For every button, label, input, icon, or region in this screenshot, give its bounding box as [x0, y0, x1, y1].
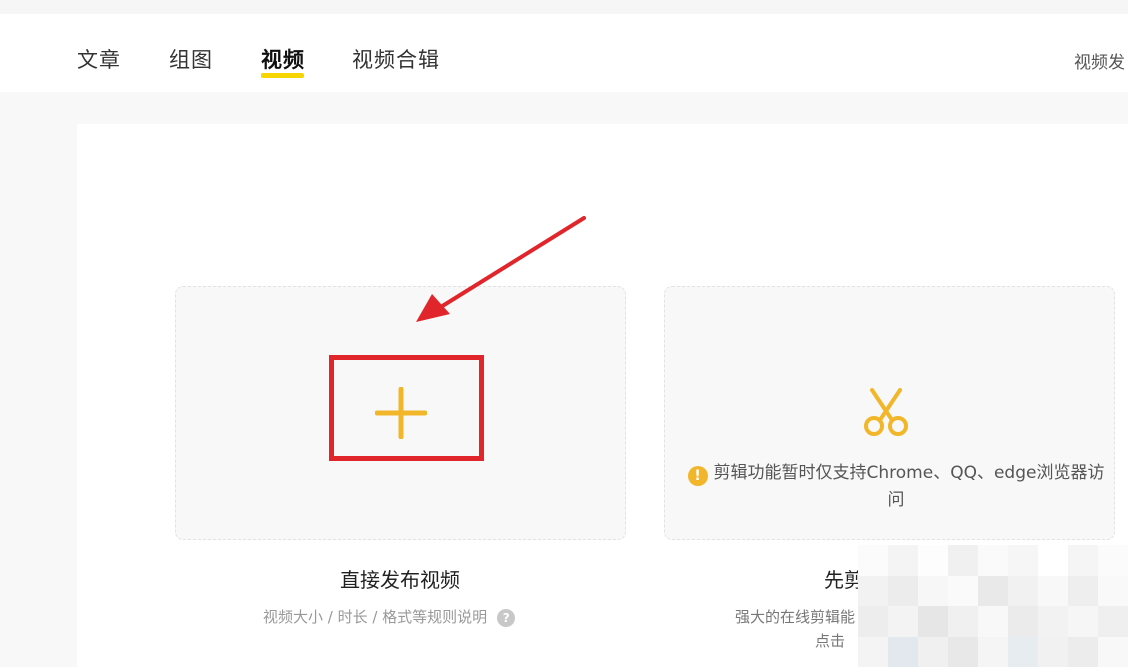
tab-video[interactable]: 视频 [261, 44, 305, 74]
edit-first-desc-line2[interactable]: 点击 [815, 630, 845, 651]
blurred-mosaic [858, 545, 1128, 667]
top-nav-bar: 文章 组图 视频 视频合辑 视频发 [0, 0, 1128, 92]
browser-support-warning: ! 剪辑功能暂时仅支持Chrome、QQ、edge浏览器访问 [686, 460, 1106, 514]
tab-video-collection[interactable]: 视频合辑 [352, 44, 440, 74]
warning-icon: ! [687, 466, 708, 486]
tab-gallery[interactable]: 组图 [169, 44, 213, 74]
annotation-highlight-box [329, 355, 484, 461]
video-publish-link[interactable]: 视频发 [1074, 48, 1125, 73]
active-tab-indicator [261, 73, 304, 78]
tab-article[interactable]: 文章 [77, 44, 121, 74]
warning-text: 剪辑功能暂时仅支持Chrome、QQ、edge浏览器访问 [713, 463, 1105, 510]
direct-upload-title: 直接发布视频 [340, 568, 460, 592]
rules-text[interactable]: 视频大小 / 时长 / 格式等规则说明 [263, 608, 487, 626]
edit-first-desc: 强大的在线剪辑能 [735, 608, 856, 626]
help-icon[interactable]: ? [497, 609, 516, 627]
annotation-arrow-icon [416, 216, 586, 322]
scissors-icon [864, 388, 908, 436]
direct-upload-rules: 视频大小 / 时长 / 格式等规则说明? [263, 606, 516, 627]
